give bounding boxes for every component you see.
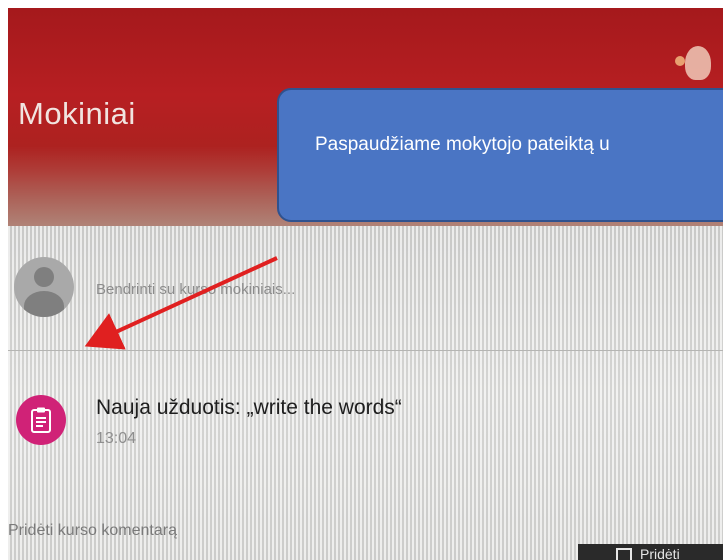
red-arrow bbox=[84, 256, 278, 350]
arrow-shaft bbox=[84, 256, 278, 350]
